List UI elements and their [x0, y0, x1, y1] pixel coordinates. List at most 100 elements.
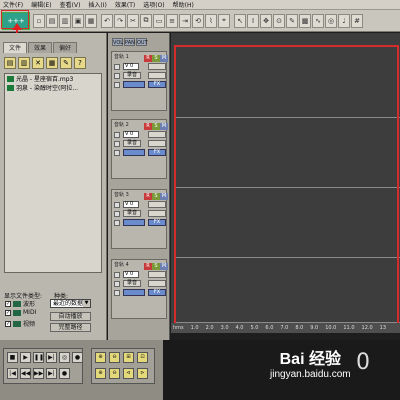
zoom-in-horizontal-icon[interactable]: ⊕: [95, 352, 106, 363]
tab-files[interactable]: 文件: [3, 42, 28, 53]
volume-field[interactable]: V 0: [123, 63, 139, 70]
volume-field[interactable]: V 0: [123, 201, 139, 208]
fx-button[interactable]: FX: [148, 149, 166, 156]
cd-view-icon[interactable]: ◎: [325, 13, 337, 28]
record-icon[interactable]: ●: [59, 368, 70, 379]
track-lane-2[interactable]: [174, 118, 400, 188]
output-button[interactable]: [148, 210, 166, 217]
menu-effects[interactable]: 效果(T): [115, 0, 135, 9]
record-arm-button[interactable]: R: [144, 123, 152, 130]
pan-button[interactable]: [148, 201, 166, 208]
rewind-icon[interactable]: ◀◀: [20, 368, 31, 379]
new-file-icon[interactable]: ▫: [33, 13, 45, 28]
help-icon[interactable]: ?: [74, 57, 86, 69]
scrub-tool-icon[interactable]: ⊙: [273, 13, 285, 28]
zoom-full-icon[interactable]: ⊞: [123, 352, 134, 363]
open-file-icon[interactable]: ▤: [46, 13, 58, 28]
save-all-icon[interactable]: ▦: [85, 13, 97, 28]
solo-button[interactable]: S: [152, 263, 160, 270]
zoom-selection-icon[interactable]: ⊡: [137, 352, 148, 363]
mix-paste-icon[interactable]: ≡: [166, 13, 178, 28]
waveform-view-icon[interactable]: ∿: [312, 13, 324, 28]
send-button[interactable]: [123, 149, 145, 156]
tab-pan[interactable]: PAN: [124, 38, 135, 46]
pan-button[interactable]: [148, 63, 166, 70]
output-button[interactable]: [148, 280, 166, 287]
checkbox[interactable]: ✓: [5, 309, 11, 316]
volume-field[interactable]: V 0: [123, 131, 139, 138]
record-arm-button[interactable]: R: [144, 193, 152, 200]
mute-button[interactable]: M: [160, 193, 168, 200]
zoom-right-icon[interactable]: ⊳: [137, 368, 148, 379]
zoom-out-vertical-icon[interactable]: ⊖: [109, 368, 120, 379]
cut-icon[interactable]: ✂: [127, 13, 139, 28]
pan-button[interactable]: [148, 131, 166, 138]
record-arm-button[interactable]: R: [144, 263, 152, 270]
pause-icon[interactable]: ❚❚: [33, 352, 44, 363]
go-to-end-icon[interactable]: ▶|: [46, 368, 57, 379]
fx-button[interactable]: FX: [148, 289, 166, 296]
record-source-button[interactable]: 录音: [123, 140, 141, 147]
pan-button[interactable]: [148, 271, 166, 278]
open-folder-icon[interactable]: ▥: [59, 13, 71, 28]
mute-button[interactable]: M: [160, 55, 168, 62]
volume-field[interactable]: V 0: [123, 271, 139, 278]
zoom-left-icon[interactable]: ⊲: [123, 368, 134, 379]
metronome-icon[interactable]: ♩: [338, 13, 350, 28]
tab-vol[interactable]: VOL: [112, 38, 123, 46]
import-icon[interactable]: ▥: [18, 57, 30, 69]
play-to-end-icon[interactable]: ▶|: [46, 352, 57, 363]
record-source-button[interactable]: 录音: [123, 210, 141, 217]
send-button[interactable]: [123, 219, 145, 226]
type-video-checkbox[interactable]: ✓ 视频: [5, 319, 35, 328]
output-button[interactable]: [148, 140, 166, 147]
send-button[interactable]: [123, 289, 145, 296]
solo-button[interactable]: S: [152, 123, 160, 130]
zoom-in-vertical-icon[interactable]: ⊕: [95, 368, 106, 379]
menu-file[interactable]: 文件(F): [3, 0, 23, 9]
trim-icon[interactable]: ⇥: [179, 13, 191, 28]
kind-select[interactable]: 最近的数据 ▼: [50, 299, 91, 308]
pencil-tool-icon[interactable]: ✎: [286, 13, 298, 28]
chevron-down-icon[interactable]: ▼: [83, 300, 90, 307]
menu-view[interactable]: 查看(V): [60, 0, 81, 9]
paste-icon[interactable]: ▭: [153, 13, 165, 28]
send-button[interactable]: [123, 81, 145, 88]
close-file-icon[interactable]: ✕: [32, 57, 44, 69]
auto-play-button[interactable]: 自动播放: [50, 312, 91, 321]
time-ruler[interactable]: hms 1.0 2.0 3.0 4.0 5.0 6.0 7.0 8.0 9.0 …: [171, 323, 400, 333]
go-to-start-icon[interactable]: |◀: [7, 368, 18, 379]
track-lane-3[interactable]: [174, 188, 400, 258]
play-icon[interactable]: ▶: [20, 352, 31, 363]
record-source-button[interactable]: 录音: [123, 72, 141, 79]
insert-icon[interactable]: ▦: [46, 57, 58, 69]
open-file-icon[interactable]: ▤: [4, 57, 16, 69]
record-source-button[interactable]: 录音: [123, 280, 141, 287]
tab-effects[interactable]: 效果: [28, 42, 53, 53]
zoom-out-horizontal-icon[interactable]: ⊖: [109, 352, 120, 363]
output-button[interactable]: [148, 72, 166, 79]
copy-icon[interactable]: ⧉: [140, 13, 152, 28]
track-lane-4[interactable]: [174, 258, 400, 323]
type-midi-checkbox[interactable]: ✓ MIDI: [5, 309, 36, 316]
loop-play-icon[interactable]: ◎: [59, 352, 70, 363]
save-icon[interactable]: ▣: [72, 13, 84, 28]
envelope-icon[interactable]: ⌇: [205, 13, 217, 28]
spectral-view-icon[interactable]: ▩: [299, 13, 311, 28]
menu-options[interactable]: 选项(O): [143, 0, 164, 9]
select-tool-icon[interactable]: I: [247, 13, 259, 28]
loop-icon[interactable]: ⟲: [192, 13, 204, 28]
mute-button[interactable]: M: [160, 123, 168, 130]
edit-file-icon[interactable]: ✎: [60, 57, 72, 69]
file-item[interactable]: 羽泉 - 染醇时空(阿拉...: [5, 83, 101, 92]
redo-icon[interactable]: ↷: [114, 13, 126, 28]
full-path-button[interactable]: 完整路径: [50, 323, 91, 332]
tab-favorites[interactable]: 偏好: [53, 42, 78, 53]
stop-icon[interactable]: ■: [7, 352, 18, 363]
undo-icon[interactable]: ↶: [101, 13, 113, 28]
move-tool-icon[interactable]: ✥: [260, 13, 272, 28]
multitrack-view[interactable]: [171, 33, 400, 323]
fast-forward-icon[interactable]: ▶▶: [33, 368, 44, 379]
solo-button[interactable]: S: [152, 55, 160, 62]
fx-button[interactable]: FX: [148, 219, 166, 226]
